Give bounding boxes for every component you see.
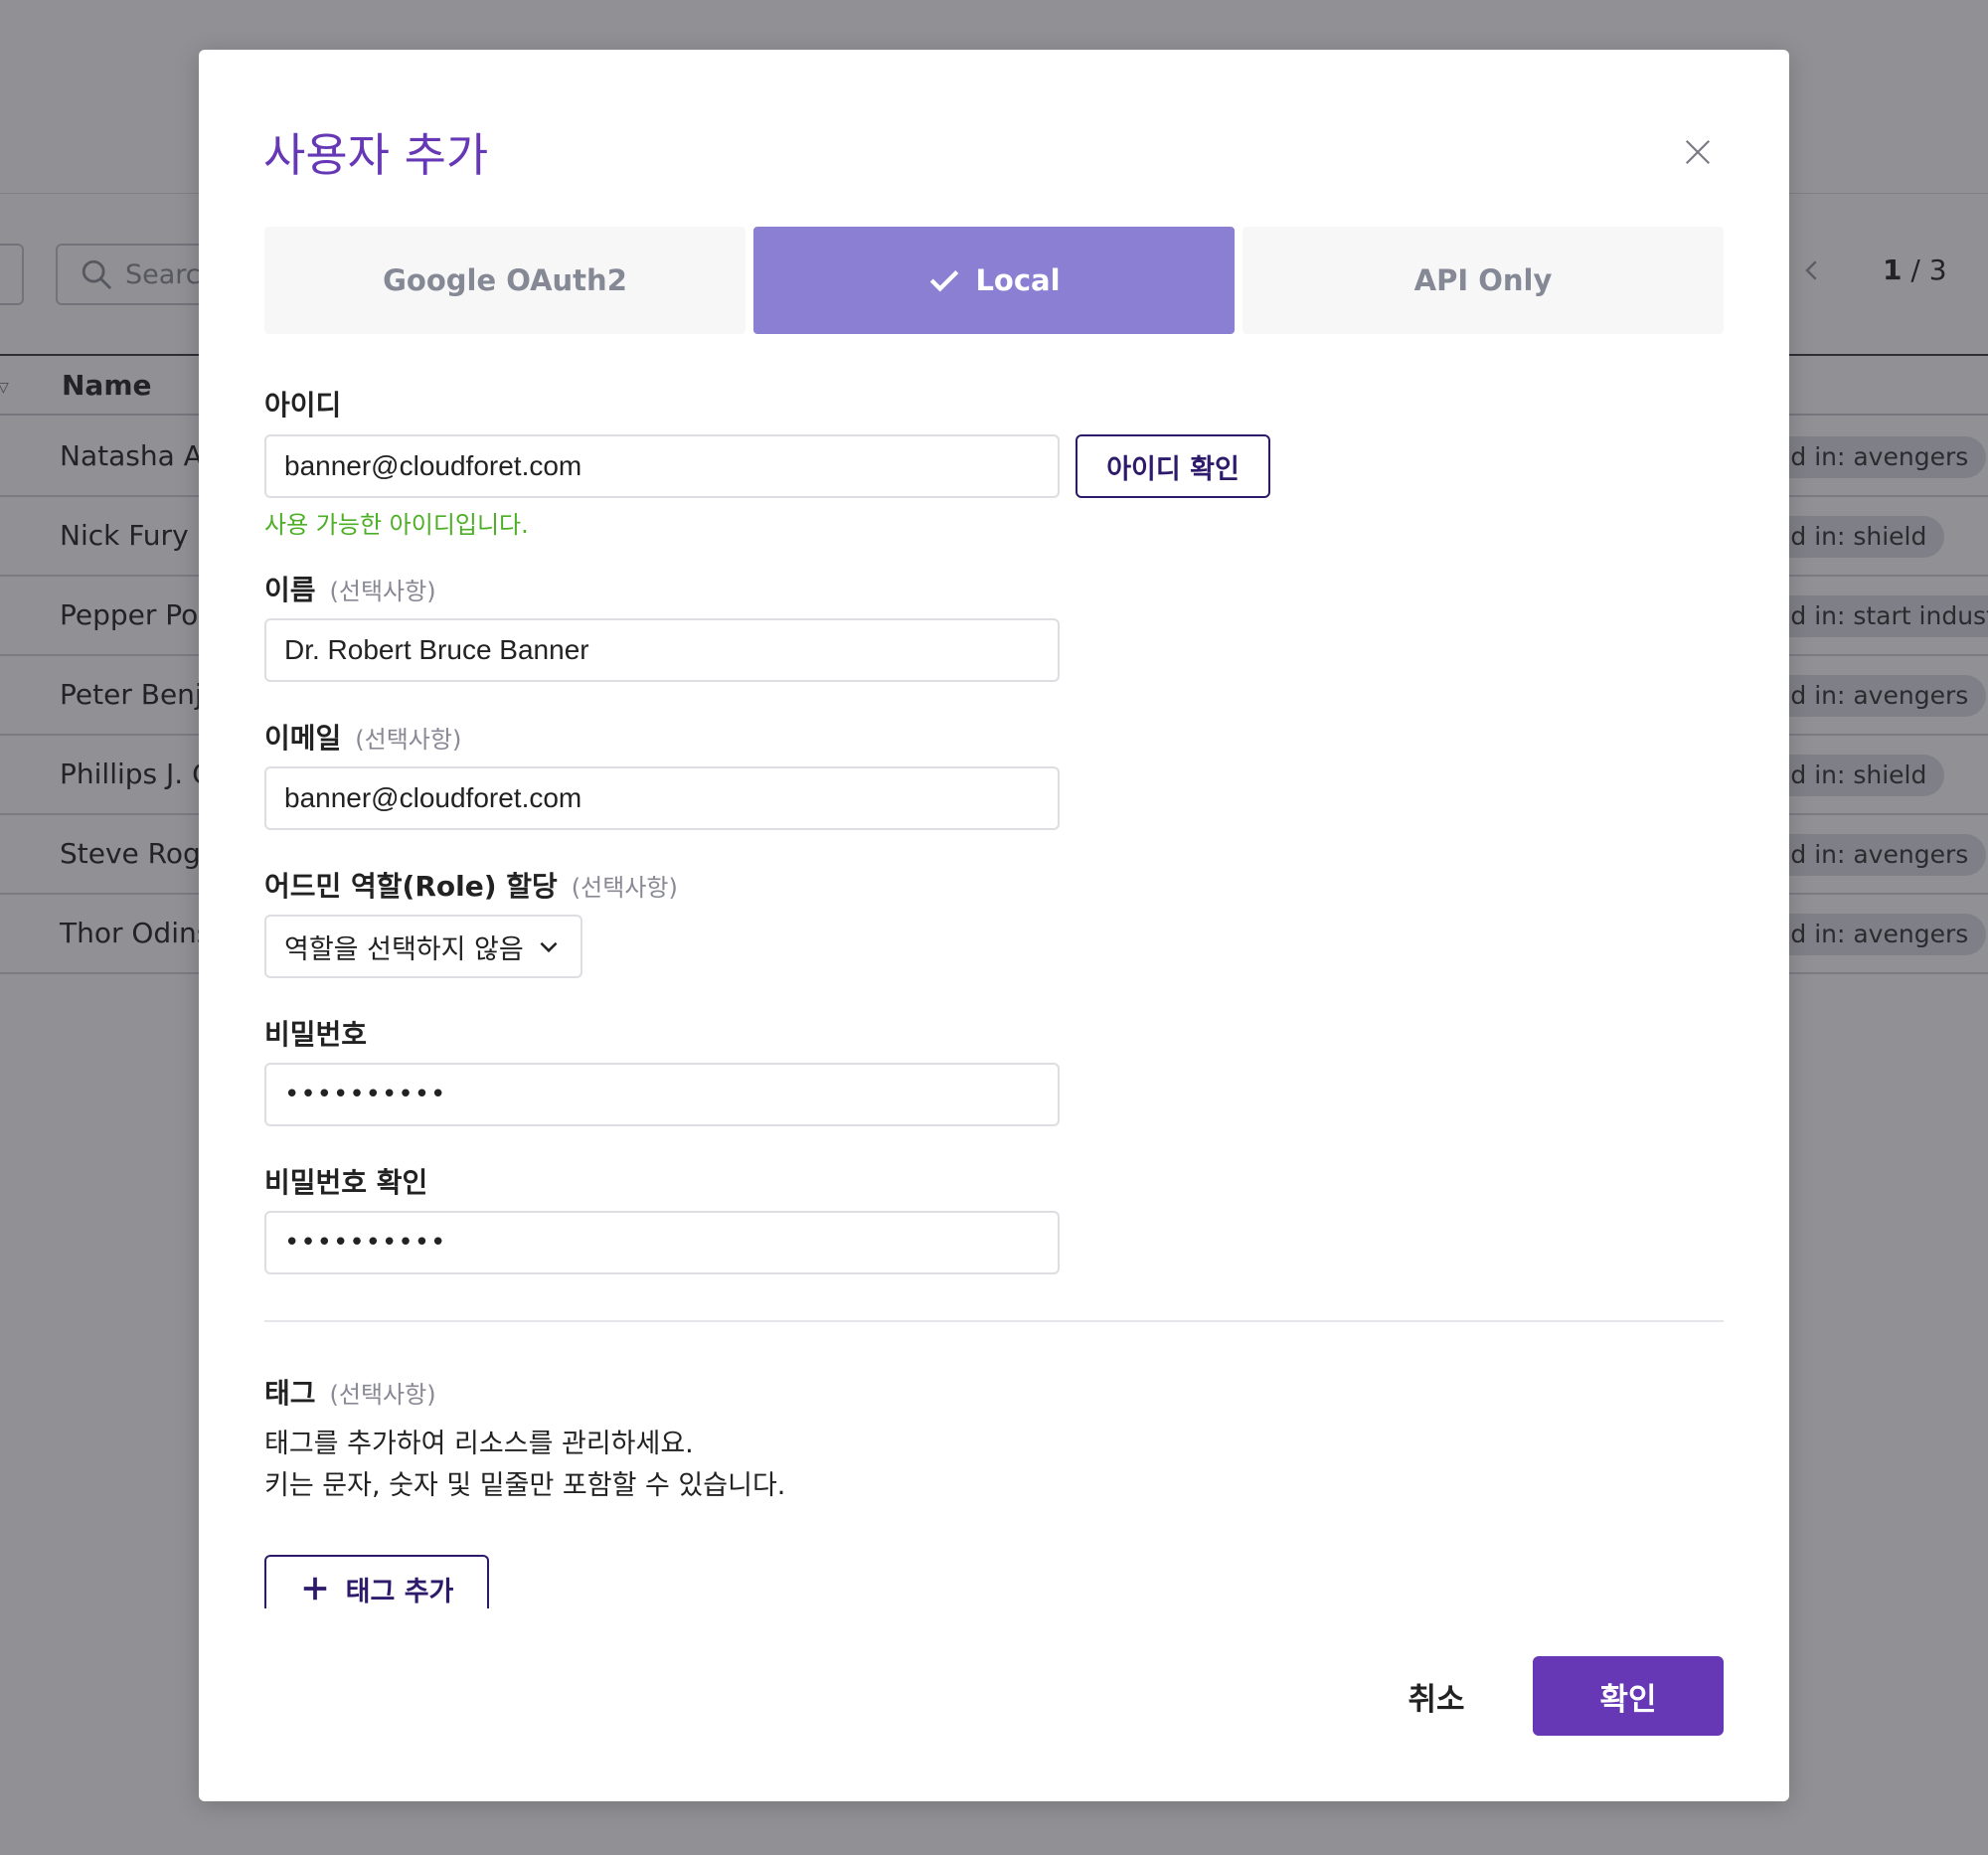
add-tag-label: 태그 추가 — [345, 1576, 454, 1607]
name-label: 이름 (선택사항) — [264, 569, 436, 608]
confirm-button[interactable]: 확인 — [1533, 1656, 1724, 1736]
email-input[interactable] — [264, 766, 1060, 830]
password-confirm-input[interactable]: •••••••••• — [264, 1211, 1060, 1274]
scroll-clip — [199, 1608, 1789, 1628]
password-confirm-label-text: 비밀번호 확인 — [264, 1166, 428, 1199]
id-valid-message: 사용 가능한 아이디입니다. — [264, 511, 529, 539]
tab-google-oauth2[interactable]: Google OAuth2 — [264, 227, 746, 334]
close-icon — [1685, 139, 1711, 165]
auth-type-tabs: Google OAuth2 Local API Only — [264, 227, 1724, 334]
password-confirm-label: 비밀번호 확인 — [264, 1161, 427, 1201]
cancel-button[interactable]: 취소 — [1362, 1656, 1511, 1736]
email-label: 이메일 (선택사항) — [264, 717, 461, 757]
section-divider — [264, 1320, 1724, 1322]
name-label-text: 이름 — [264, 574, 316, 606]
check-icon — [930, 269, 959, 292]
tags-description-line1: 태그를 추가하여 리소스를 관리하세요. — [264, 1429, 694, 1459]
tags-description-line2: 키는 문자, 숫자 및 밑줄만 포함할 수 있습니다. — [264, 1470, 786, 1501]
email-label-text: 이메일 — [264, 722, 342, 755]
role-label-text: 어드민 역할(Role) 할당 — [264, 870, 558, 903]
id-label-text: 아이디 — [264, 389, 342, 422]
role-selected-value: 역할을 선택하지 않음 — [284, 933, 524, 965]
modal-title: 사용자 추가 — [263, 128, 489, 182]
optional-hint: (선택사항) — [571, 874, 678, 902]
optional-hint: (선택사항) — [355, 726, 462, 754]
role-label: 어드민 역할(Role) 할당 (선택사항) — [264, 865, 678, 905]
chevron-down-icon — [540, 941, 558, 953]
password-input[interactable]: •••••••••• — [264, 1063, 1060, 1126]
tags-label: 태그 (선택사항) — [264, 1372, 436, 1412]
password-label: 비밀번호 — [264, 1013, 367, 1053]
tab-api-only[interactable]: API Only — [1242, 227, 1724, 334]
tab-label: Google OAuth2 — [383, 263, 627, 297]
name-input[interactable] — [264, 618, 1060, 682]
tab-local[interactable]: Local — [753, 227, 1235, 334]
id-label: 아이디 — [264, 384, 341, 423]
tags-label-text: 태그 — [264, 1377, 316, 1410]
add-user-modal: 사용자 추가 Google OAuth2 Local API Only 아이디 … — [199, 50, 1789, 1801]
tab-label: API Only — [1413, 263, 1553, 297]
tags-description: 태그를 추가하여 리소스를 관리하세요. 키는 문자, 숫자 및 밑줄만 포함할… — [264, 1424, 785, 1507]
password-label-text: 비밀번호 — [264, 1018, 368, 1051]
id-input[interactable] — [264, 434, 1060, 498]
check-id-button[interactable]: 아이디 확인 — [1076, 434, 1270, 498]
close-button[interactable] — [1675, 129, 1721, 175]
optional-hint: (선택사항) — [329, 578, 436, 605]
plus-icon — [303, 1577, 326, 1601]
role-select[interactable]: 역할을 선택하지 않음 — [264, 915, 582, 978]
optional-hint: (선택사항) — [329, 1381, 436, 1409]
tab-label: Local — [975, 263, 1061, 297]
